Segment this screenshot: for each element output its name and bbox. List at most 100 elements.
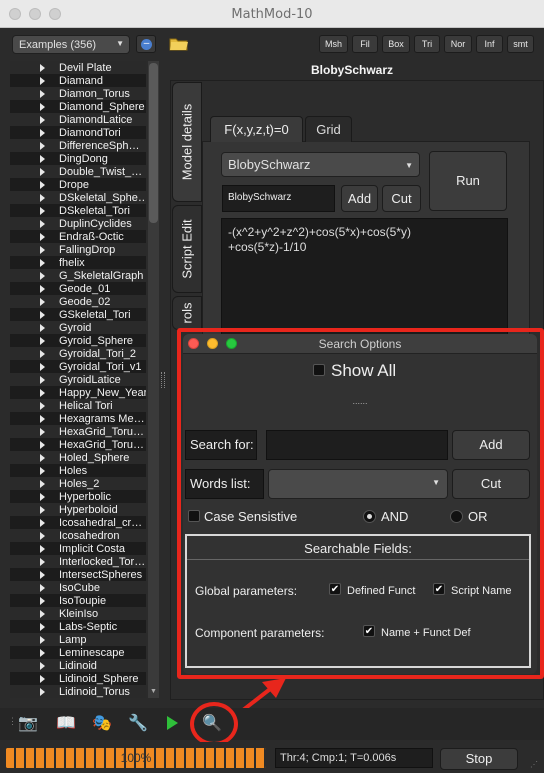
run-button[interactable]: Run — [429, 151, 507, 211]
stop-button[interactable]: Stop — [440, 748, 518, 770]
list-item[interactable]: Icosahedral_cr… — [10, 516, 146, 529]
scroll-down-icon[interactable]: ▼ — [150, 688, 157, 695]
list-item[interactable]: Diamon_Torus — [10, 87, 146, 100]
list-item[interactable]: Gyroidal_Tori_v1 — [10, 360, 146, 373]
expand-arrow-icon[interactable] — [40, 115, 45, 124]
expand-arrow-icon[interactable] — [40, 128, 45, 137]
name-field[interactable]: BlobySchwarz — [222, 185, 335, 212]
expand-arrow-icon[interactable] — [40, 375, 45, 384]
list-item[interactable]: Hyperbolic — [10, 490, 146, 503]
list-item[interactable]: Labs-Septic — [10, 620, 146, 633]
tab-model-details[interactable]: Model details — [172, 82, 202, 202]
expand-arrow-icon[interactable] — [40, 427, 45, 436]
expand-arrow-icon[interactable] — [40, 245, 45, 254]
list-item[interactable]: Holes — [10, 464, 146, 477]
list-item[interactable]: DSkeletal_Tori — [10, 204, 146, 217]
list-item[interactable]: G_SkeletalGraph — [10, 269, 146, 282]
examples-list[interactable]: Devil Plate Diamand Diamon_Torus Diamond_Sp… — [10, 61, 146, 698]
examples-dropdown[interactable]: Examples (356) ▼ — [12, 35, 130, 54]
model-dropdown[interactable]: BlobySchwarz ▼ — [221, 152, 420, 177]
expand-arrow-icon[interactable] — [40, 258, 45, 267]
list-item[interactable]: Leminescape — [10, 646, 146, 659]
book-icon[interactable]: 📖 — [56, 714, 76, 734]
list-item[interactable]: Gyroidal_Tori_2 — [10, 347, 146, 360]
expand-arrow-icon[interactable] — [40, 453, 45, 462]
list-item[interactable]: FallingDrop — [10, 243, 146, 256]
splitter-handle[interactable] — [161, 372, 165, 388]
list-item[interactable]: Helical Tori — [10, 399, 146, 412]
list-item[interactable]: Happy_New_Year — [10, 386, 146, 399]
quick-button-smt[interactable]: smt — [507, 35, 534, 53]
expand-arrow-icon[interactable] — [40, 674, 45, 683]
expand-arrow-icon[interactable] — [40, 297, 45, 306]
list-item[interactable]: fhelix — [10, 256, 146, 269]
expand-arrow-icon[interactable] — [40, 544, 45, 553]
expand-arrow-icon[interactable] — [40, 570, 45, 579]
expand-arrow-icon[interactable] — [40, 232, 45, 241]
expand-arrow-icon[interactable] — [40, 102, 45, 111]
quick-button-nor[interactable]: Nor — [444, 35, 472, 53]
list-item[interactable]: Lidinoid_Sphere — [10, 672, 146, 685]
expand-arrow-icon[interactable] — [40, 492, 45, 501]
expand-arrow-icon[interactable] — [40, 661, 45, 670]
list-item[interactable]: Lidinoid_Torus — [10, 685, 146, 698]
wrench-icon[interactable]: 🔧 — [128, 714, 148, 734]
quick-button-box[interactable]: Box — [382, 35, 410, 53]
expand-arrow-icon[interactable] — [40, 271, 45, 280]
list-item[interactable]: GyroidLatice — [10, 373, 146, 386]
expand-arrow-icon[interactable] — [40, 466, 45, 475]
expand-arrow-icon[interactable] — [40, 141, 45, 150]
list-item[interactable]: Hyperboloid — [10, 503, 146, 516]
mask-icon[interactable]: 🎭 — [92, 714, 112, 734]
collapse-button[interactable]: – — [136, 35, 156, 53]
list-item[interactable]: HexaGrid_Toru… — [10, 425, 146, 438]
list-item[interactable]: Lamp — [10, 633, 146, 646]
expand-arrow-icon[interactable] — [40, 284, 45, 293]
quick-button-fil[interactable]: Fil — [352, 35, 378, 53]
expand-arrow-icon[interactable] — [40, 167, 45, 176]
expand-arrow-icon[interactable] — [40, 180, 45, 189]
expand-arrow-icon[interactable] — [40, 154, 45, 163]
expand-arrow-icon[interactable] — [40, 531, 45, 540]
list-item[interactable]: Geode_02 — [10, 295, 146, 308]
expand-arrow-icon[interactable] — [40, 440, 45, 449]
list-item[interactable]: GSkeletal_Tori — [10, 308, 146, 321]
expand-arrow-icon[interactable] — [40, 518, 45, 527]
list-item[interactable]: KleinIso — [10, 607, 146, 620]
list-item[interactable]: Endraß-Octic — [10, 230, 146, 243]
tab-controls[interactable]: rols — [172, 296, 202, 330]
add-button[interactable]: Add — [341, 185, 378, 212]
list-item[interactable]: Interlocked_Tor… — [10, 555, 146, 568]
tab-function[interactable]: F(x,y,z,t)=0 — [210, 116, 303, 142]
tab-script-edit[interactable]: Script Edit — [172, 205, 202, 293]
expand-arrow-icon[interactable] — [40, 362, 45, 371]
list-item[interactable]: Geode_01 — [10, 282, 146, 295]
expand-arrow-icon[interactable] — [40, 388, 45, 397]
expand-arrow-icon[interactable] — [40, 609, 45, 618]
cut-button[interactable]: Cut — [382, 185, 421, 212]
expand-arrow-icon[interactable] — [40, 648, 45, 657]
list-item[interactable]: DuplinCyclides — [10, 217, 146, 230]
list-item[interactable]: DingDong — [10, 152, 146, 165]
list-item[interactable]: DSkeletal_Sphe… — [10, 191, 146, 204]
expand-arrow-icon[interactable] — [40, 505, 45, 514]
expand-arrow-icon[interactable] — [40, 336, 45, 345]
expand-arrow-icon[interactable] — [40, 687, 45, 696]
list-item[interactable]: Holes_2 — [10, 477, 146, 490]
play-icon[interactable] — [167, 716, 178, 730]
expand-arrow-icon[interactable] — [40, 89, 45, 98]
list-item[interactable]: Icosahedron — [10, 529, 146, 542]
list-item[interactable]: DiamondTori — [10, 126, 146, 139]
list-item[interactable]: Double_Twist_… — [10, 165, 146, 178]
expand-arrow-icon[interactable] — [40, 596, 45, 605]
expand-arrow-icon[interactable] — [40, 63, 45, 72]
expand-arrow-icon[interactable] — [40, 323, 45, 332]
quick-button-tri[interactable]: Tri — [414, 35, 440, 53]
open-folder-button[interactable] — [168, 34, 190, 52]
expand-arrow-icon[interactable] — [40, 479, 45, 488]
list-item[interactable]: Devil Plate — [10, 61, 146, 74]
list-item[interactable]: IsoToupie — [10, 594, 146, 607]
camera-icon[interactable]: 📷 — [18, 714, 38, 734]
list-item[interactable]: Implicit Costa — [10, 542, 146, 555]
list-item[interactable]: IsoCube — [10, 581, 146, 594]
